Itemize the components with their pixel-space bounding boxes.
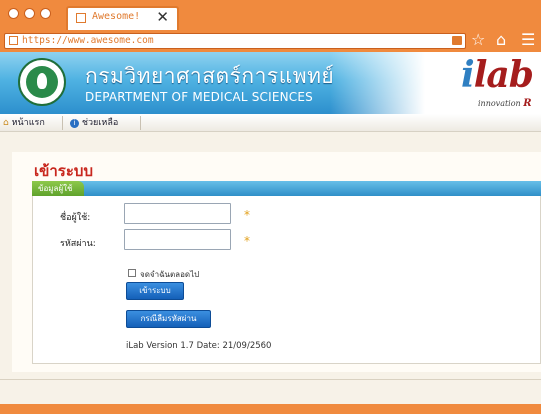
password-label: รหัสผ่าน: <box>60 239 96 249</box>
url-text: https://www.awesome.com <box>22 35 154 46</box>
page-icon <box>76 13 86 23</box>
ilab-logo: ilab <box>461 54 534 96</box>
tab-title: Awesome! <box>92 11 141 22</box>
browser-titlebar: Awesome! ✕ <box>0 0 541 30</box>
url-input[interactable]: https://www.awesome.com <box>4 33 466 49</box>
required-mark: * <box>244 234 250 248</box>
login-panel: เข้าระบบ ข้อมูลผู้ใช้ ชื่อผู้ใช้: * รหัส… <box>12 152 541 372</box>
login-form: ชื่อผู้ใช้: * รหัสผ่าน: * จดจำฉันตลอดไป … <box>32 196 541 364</box>
remember-label: จดจำฉันตลอดไป <box>140 270 200 279</box>
home-icon[interactable]: ⌂ <box>496 31 506 49</box>
tab-close-icon[interactable]: ✕ <box>156 8 169 26</box>
username-label: ชื่อผู้ใช้: <box>60 213 91 223</box>
browser-bottom-border <box>0 404 541 414</box>
menu-item-home[interactable]: ⌂ หน้าแรก <box>3 116 45 130</box>
window-maximize-dot[interactable] <box>40 8 51 19</box>
section-header: ข้อมูลผู้ใช้ <box>32 181 541 196</box>
info-icon: i <box>70 119 79 128</box>
star-icon[interactable]: ☆ <box>471 31 485 49</box>
browser-addressbar: https://www.awesome.com ☆ ⌂ ☰ <box>0 30 541 52</box>
login-button[interactable]: เข้าระบบ <box>126 282 184 300</box>
login-title: เข้าระบบ <box>34 162 93 180</box>
home-icon: ⌂ <box>3 118 9 128</box>
top-menubar: ⌂ หน้าแรก i ช่วยเหลือ <box>0 114 541 132</box>
username-input[interactable] <box>124 203 231 224</box>
menu-icon[interactable]: ☰ <box>521 31 535 49</box>
department-seal-logo <box>18 58 66 106</box>
required-mark: * <box>244 208 250 222</box>
ilab-tagline: innovation R <box>478 98 532 109</box>
browser-window: Awesome! ✕ https://www.awesome.com ☆ ⌂ ☰… <box>0 0 541 414</box>
version-text: iLab Version 1.7 Date: 21/09/2560 <box>126 341 272 351</box>
page-icon <box>9 36 18 45</box>
footer-divider <box>0 379 541 380</box>
menu-item-help[interactable]: i ช่วยเหลือ <box>70 116 118 130</box>
banner-title-thai: กรมวิทยาศาสตร์การแพทย์ <box>85 64 335 88</box>
remember-checkbox[interactable] <box>128 269 136 277</box>
section-label: ข้อมูลผู้ใช้ <box>38 184 73 193</box>
dropdown-icon[interactable] <box>452 36 462 45</box>
forgot-password-button[interactable]: กรณีลืมรหัสผ่าน <box>126 310 211 328</box>
section-tab: ข้อมูลผู้ใช้ <box>32 181 84 196</box>
window-minimize-dot[interactable] <box>24 8 35 19</box>
window-close-dot[interactable] <box>8 8 19 19</box>
banner-title-english: DEPARTMENT OF MEDICAL SCIENCES <box>85 90 313 104</box>
site-banner: กรมวิทยาศาสตร์การแพทย์ DEPARTMENT OF MED… <box>0 52 541 114</box>
password-input[interactable] <box>124 229 231 250</box>
browser-tab[interactable]: Awesome! ✕ <box>66 6 179 30</box>
